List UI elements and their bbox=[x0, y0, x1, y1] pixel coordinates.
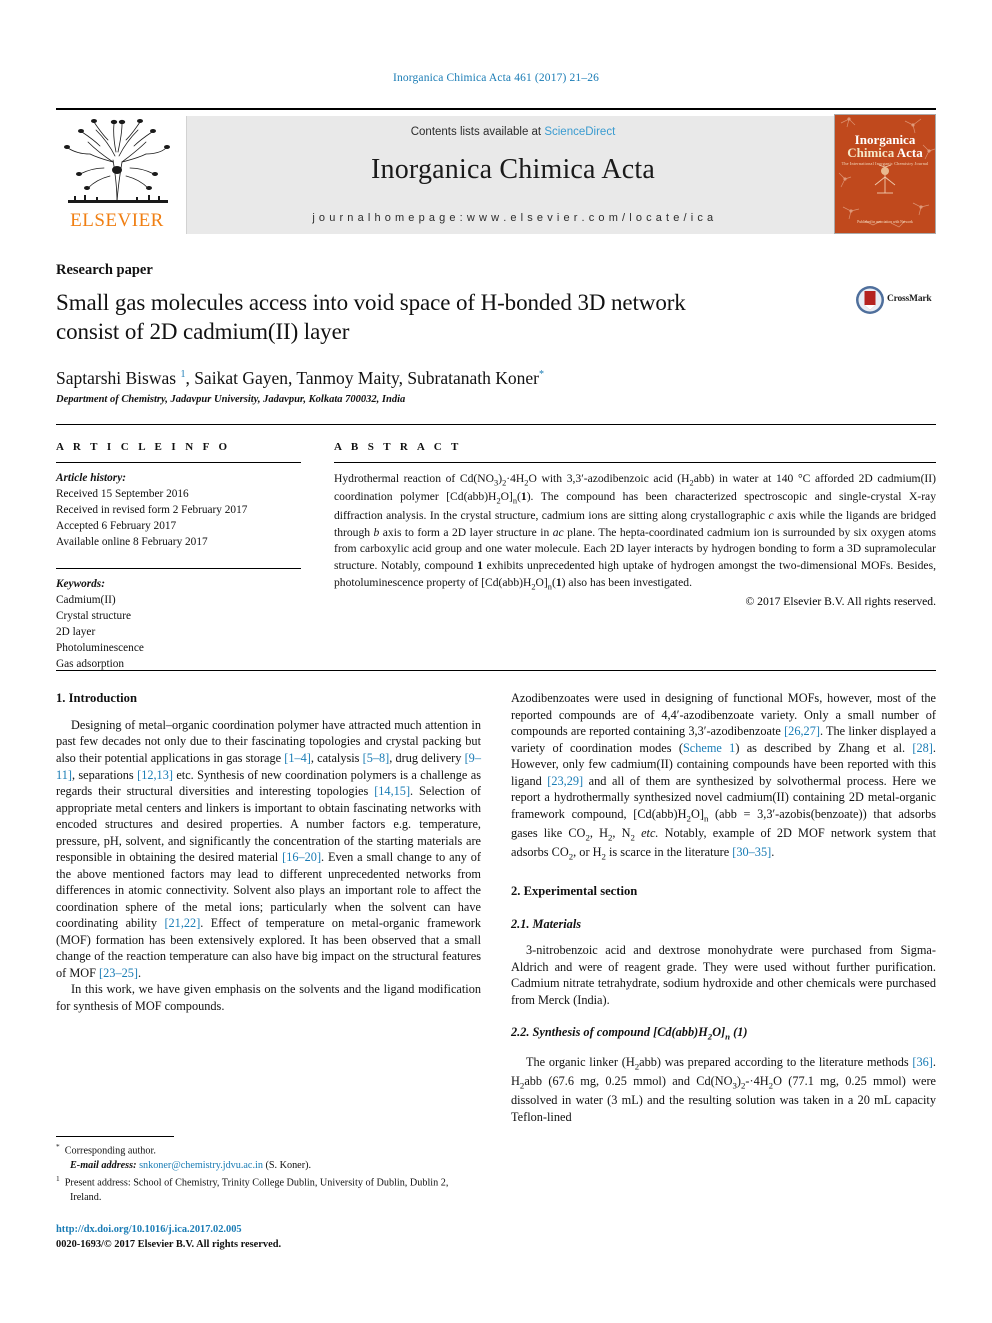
footer-doi-block: http://dx.doi.org/10.1016/j.ica.2017.02.… bbox=[56, 1222, 486, 1252]
cover-title-word-chimica: Chimica bbox=[847, 145, 895, 161]
running-head: Inorganica Chimica Acta 461 (2017) 21–26 bbox=[392, 72, 600, 84]
footnote-email[interactable]: E-mail address: snkoner@chemistry.jdvu.a… bbox=[56, 1159, 481, 1174]
keyword-item: Gas adsorption bbox=[56, 658, 125, 671]
article-type-kicker: Research paper bbox=[56, 262, 153, 278]
keywords-list: Keywords: Cadmium(II) Crystal structure … bbox=[56, 569, 301, 672]
journal-masthead: ELSEVIER Contents lists available at Sci… bbox=[56, 108, 936, 234]
article-title-line2: consist of 2D cadmium(II) layer bbox=[56, 319, 350, 345]
article-history: Article history: Received 15 September 2… bbox=[56, 463, 301, 550]
elsevier-tree-icon bbox=[64, 119, 170, 203]
info-abstract-block: A R T I C L E I N F O Article history: R… bbox=[56, 424, 936, 671]
page-title: Small gas molecules access into void spa… bbox=[56, 288, 816, 347]
footnote-present-address: 1 Present address: School of Chemistry, … bbox=[56, 1173, 449, 1203]
issn-copyright-line: 0020-1693/© 2017 Elsevier B.V. All right… bbox=[56, 1239, 282, 1251]
article-info-column: A R T I C L E I N F O Article history: R… bbox=[56, 425, 301, 670]
body-column-left: 1. Introduction Designing of metal–organ… bbox=[56, 690, 481, 1015]
keyword-item: Cadmium(II) bbox=[56, 594, 116, 607]
cover-title-line1: Inorganica bbox=[854, 132, 916, 147]
body-column-right: Azodibenzoates were used in designing of… bbox=[511, 690, 936, 1126]
article-info-heading: A R T I C L E I N F O bbox=[56, 441, 231, 453]
article-history-label: Article history: bbox=[56, 472, 126, 484]
abstract-copyright: © 2017 Elsevier B.V. All rights reserved… bbox=[745, 595, 936, 609]
keyword-item: Crystal structure bbox=[56, 610, 131, 623]
cover-subtitle: The International Inorganic Chemistry Jo… bbox=[841, 160, 929, 166]
affiliation: Department of Chemistry, Jadavpur Univer… bbox=[56, 394, 406, 405]
elsevier-logo: ELSEVIER bbox=[56, 116, 178, 234]
intro-paragraph-2: In this work, we have given emphasis on … bbox=[56, 982, 481, 1013]
footnote-divider bbox=[56, 1136, 174, 1137]
abstract-column: A B S T R A C T Hydrothermal reaction of… bbox=[334, 425, 936, 670]
intro-paragraph-3: Azodibenzoates were used in designing of… bbox=[511, 691, 937, 862]
abstract-heading: A B S T R A C T bbox=[334, 441, 462, 453]
cover-title-line2: Chimica Acta bbox=[835, 146, 935, 159]
doi-link[interactable]: http://dx.doi.org/10.1016/j.ica.2017.02.… bbox=[56, 1222, 486, 1237]
journal-article-page: Inorganica Chimica Acta 461 (2017) 21–26 bbox=[0, 0, 992, 1323]
history-item: Received 15 September 2016 bbox=[56, 488, 189, 501]
journal-homepage[interactable]: j o u r n a l h o m e p a g e : w w w . … bbox=[187, 212, 839, 224]
journal-cover-thumbnail: Inorganica Chimica Acta The Internationa… bbox=[834, 114, 936, 234]
keyword-item: Photoluminescence bbox=[56, 642, 144, 655]
crossmark-label: CrossMark bbox=[887, 294, 932, 304]
contents-list-line: Contents lists available at ScienceDirec… bbox=[187, 126, 839, 138]
keyword-item: 2D layer bbox=[56, 626, 96, 639]
crossmark-icon bbox=[856, 286, 884, 314]
intro-paragraph-1: Designing of metal–organic coordination … bbox=[56, 717, 482, 980]
journal-band: Contents lists available at ScienceDirec… bbox=[186, 116, 839, 234]
journal-title: Inorganica Chimica Acta bbox=[371, 154, 655, 185]
author-list: Saptarshi Biswas 1, Saikat Gayen, Tanmoy… bbox=[56, 368, 545, 388]
footnotes-block: * Corresponding author. E-mail address: … bbox=[56, 1142, 481, 1205]
cover-title: Inorganica Chimica Acta The Internationa… bbox=[835, 133, 935, 166]
synthesis-paragraph: The organic linker (H2abb) was prepared … bbox=[511, 1054, 936, 1124]
section-heading-experimental: 2. Experimental section bbox=[511, 883, 638, 898]
keywords-label: Keywords: bbox=[56, 578, 105, 591]
cover-footer-text: Published in association with Network bbox=[857, 219, 913, 224]
history-item: Received in revised form 2 February 2017 bbox=[56, 504, 248, 517]
subsection-heading-materials: 2.1. Materials bbox=[511, 916, 582, 931]
contents-prefix: Contents lists available at bbox=[410, 126, 545, 138]
elsevier-wordmark: ELSEVIER bbox=[70, 210, 164, 231]
history-item: Available online 8 February 2017 bbox=[56, 536, 208, 549]
crossmark-badge[interactable]: CrossMark bbox=[855, 285, 941, 317]
materials-paragraph: 3-nitrobenzoic acid and dextrose monohyd… bbox=[511, 943, 936, 1007]
footnote-corresponding-author: * Corresponding author. bbox=[56, 1142, 156, 1157]
cover-title-word-acta: Acta bbox=[896, 145, 923, 161]
history-item: Accepted 6 February 2017 bbox=[56, 520, 177, 533]
abstract-text: Hydrothermal reaction of Cd(NO3)2·4H2O w… bbox=[334, 472, 937, 592]
article-title-line1: Small gas molecules access into void spa… bbox=[56, 290, 686, 315]
subsection-heading-synthesis: 2.2. Synthesis of compound [Cd(abb)H2O]n… bbox=[511, 1025, 748, 1042]
sciencedirect-link[interactable]: ScienceDirect bbox=[544, 126, 615, 138]
section-heading-introduction: 1. Introduction bbox=[56, 691, 137, 705]
